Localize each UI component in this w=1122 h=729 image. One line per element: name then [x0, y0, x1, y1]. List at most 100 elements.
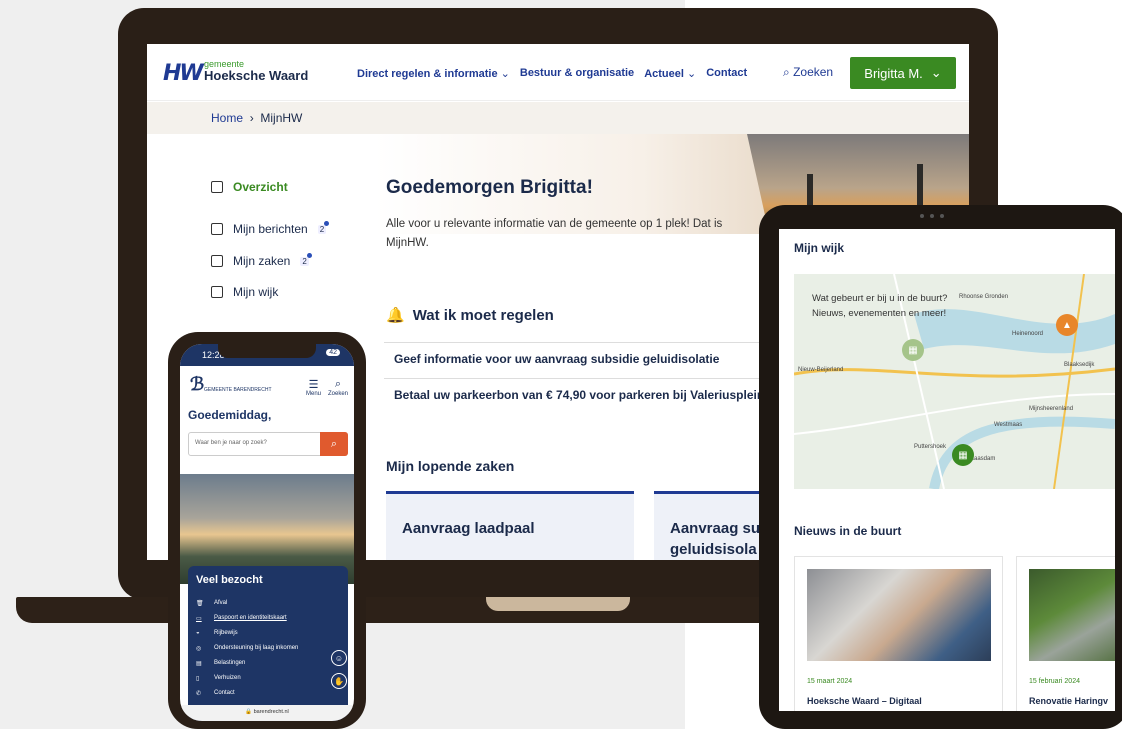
bell-icon: 🔔 — [386, 307, 405, 324]
search-label: Zoeken — [793, 65, 834, 79]
map-label: Rhoonse Gronden — [959, 294, 1009, 300]
hand-pointer-icon[interactable]: ✋ — [331, 673, 347, 689]
nav-item-direct-regelen[interactable]: Direct regelen & informatie ⌄ — [357, 67, 510, 80]
chevron-down-icon: ⌄ — [687, 68, 697, 80]
tablet-screen: Mijn wijk Wat gebeurt er bij u in de buu… — [779, 229, 1115, 711]
sidebar-item-berichten[interactable]: Mijn berichten 2 — [211, 220, 330, 236]
nav-label: Actueel — [644, 68, 684, 80]
battery-icon: 42 — [326, 349, 340, 356]
popular-link[interactable]: ✆ Contact — [196, 690, 235, 697]
search-placeholder: Waar ben je naar op zoek? — [195, 440, 267, 446]
url-bar[interactable]: 🔒 barendrecht.nl — [180, 705, 354, 721]
news-image — [1029, 569, 1115, 661]
tax-icon: ▤ — [196, 661, 202, 667]
news-date: 15 maart 2024 — [807, 678, 853, 685]
menu-button[interactable]: ☰ Menu — [306, 378, 321, 397]
lock-icon: 🔒 — [245, 709, 253, 715]
accessibility-icon[interactable]: ☺ — [331, 650, 347, 666]
map-label: Mijnsheerenland — [1029, 406, 1074, 412]
link-label: Ondersteuning bij laag inkomen — [214, 645, 299, 651]
chevron-down-icon: ⌄ — [500, 68, 510, 80]
search-label: Zoeken — [328, 391, 349, 397]
breadcrumb-home[interactable]: Home — [211, 111, 243, 125]
sidebar-item-zaken[interactable]: Mijn zaken 2 — [211, 252, 313, 268]
car-icon: ◒ — [196, 630, 200, 636]
popular-link[interactable]: ▤ Belastingen — [196, 660, 245, 667]
breadcrumb-separator: › — [249, 111, 254, 125]
phone-icon: ✆ — [196, 691, 202, 697]
popular-link[interactable]: ▭ Paspoort en identiteitskaart — [196, 615, 287, 622]
breadcrumb-current: MijnHW — [260, 111, 303, 125]
roadwork-pin-icon[interactable]: ▲ — [1056, 314, 1078, 336]
link-label: Rijbewijs — [214, 630, 238, 636]
map-label: Puttershoek — [914, 444, 947, 450]
event-pin-icon[interactable]: ▦ — [902, 339, 924, 361]
map-label: Blaaksedijk — [1064, 362, 1095, 368]
map-label: Heinenoord — [1012, 331, 1044, 337]
moving-icon: ▯ — [196, 676, 200, 682]
popular-link[interactable]: ◒ Rijbewijs — [196, 630, 238, 636]
logo-name[interactable]: Hoeksche Waard — [204, 68, 308, 83]
count-badge: 2 — [317, 220, 330, 234]
event-pin-icon[interactable]: ▦ — [952, 444, 974, 466]
breadcrumb: Home › MijnHW — [211, 111, 302, 125]
nav-item-actueel[interactable]: Actueel ⌄ — [644, 67, 696, 80]
map-label: Westmaas — [994, 422, 1023, 428]
sidebar-item-wijk[interactable]: Mijn wijk — [211, 285, 278, 299]
id-card-icon: ▭ — [196, 616, 202, 622]
popular-link[interactable]: ▯ Verhuizen — [196, 675, 241, 682]
sidebar-label: Mijn zaken — [233, 254, 291, 268]
search-link[interactable]: ⌕ Zoeken — [783, 65, 833, 80]
logo-mark-text: HW — [163, 61, 204, 86]
user-name: Brigitta M. — [864, 65, 923, 81]
news-heading: Nieuws in de buurt — [794, 524, 902, 538]
phone-screen: 12:28 42 ℬ GEMEENTE BARENDRECHT ☰ Menu ⌕ Z… — [180, 344, 354, 721]
link-label: Afval — [214, 600, 228, 606]
search-icon: ⌕ — [334, 378, 342, 390]
trash-icon: 🗑 — [196, 601, 204, 607]
neighbourhood-map[interactable]: Wat gebeurt er bij u in de buurt? Nieuws… — [794, 274, 1115, 489]
sidebar-label: Overzicht — [233, 180, 288, 194]
archive-icon — [211, 255, 223, 267]
case-card[interactable]: Aanvraag laadpaal — [386, 491, 634, 560]
chevron-down-icon: ⌄ — [930, 65, 942, 80]
link-label: Contact — [214, 690, 235, 696]
phone-notch — [218, 344, 316, 358]
news-card[interactable]: 15 februari 2024 Renovatie Haringv — [1016, 556, 1115, 711]
search-icon: ⌕ — [783, 65, 790, 79]
phone-logo-text: GEMEENTE BARENDRECHT — [204, 387, 272, 393]
hw-logo-mark[interactable]: HW — [163, 61, 204, 86]
main-nav: Direct regelen & informatie ⌄ Bestuur & … — [357, 67, 747, 80]
todo-item[interactable]: Geef informatie voor uw aanvraag subsidi… — [384, 342, 804, 374]
breadcrumb-bar: Home › MijnHW — [147, 102, 969, 134]
site-header: HW gemeente Hoeksche Waard Direct regele… — [147, 44, 969, 101]
news-title: Hoeksche Waard – Digitaal — [807, 696, 922, 706]
barendrecht-logo-icon[interactable]: ℬ — [190, 374, 204, 395]
inbox-icon — [211, 223, 223, 235]
sidebar-label: Mijn wijk — [233, 285, 279, 299]
url-text: barendrecht.nl — [253, 709, 289, 715]
popular-link[interactable]: ◎ Ondersteuning bij laag inkomen — [196, 645, 298, 652]
user-menu-button[interactable]: Brigitta M. ⌄ — [850, 57, 956, 89]
todo-item[interactable]: Betaal uw parkeerbon van € 74,90 voor pa… — [384, 378, 804, 410]
nav-item-bestuur[interactable]: Bestuur & organisatie — [520, 67, 634, 80]
link-label: Verhuizen — [214, 675, 241, 681]
news-date: 15 februari 2024 — [1029, 678, 1080, 685]
phone-search-button[interactable]: ⌕ Zoeken — [328, 378, 348, 397]
popular-link[interactable]: 🗑 Afval — [196, 600, 227, 607]
menu-label: Menu — [306, 391, 322, 397]
news-card[interactable]: 15 maart 2024 Hoeksche Waard – Digitaal — [794, 556, 1003, 711]
case-title: Aanvraag laadpaal — [402, 520, 535, 537]
nav-item-contact[interactable]: Contact — [706, 67, 747, 80]
todo-heading-text: Wat ik moet regelen — [412, 306, 554, 324]
grid-icon — [211, 181, 223, 193]
cases-heading: Mijn lopende zaken — [386, 458, 515, 474]
sidebar-item-overzicht[interactable]: Overzicht — [211, 180, 288, 194]
news-image — [807, 569, 991, 661]
map-icon — [211, 286, 223, 298]
phone-search-input[interactable]: Waar ben je naar op zoek? ⌕ — [188, 432, 348, 456]
search-submit-button[interactable]: ⌕ — [320, 432, 348, 456]
hamburger-icon: ☰ — [308, 379, 319, 391]
count-badge: 2 — [300, 252, 313, 266]
nav-label: Direct regelen & informatie — [357, 68, 498, 80]
